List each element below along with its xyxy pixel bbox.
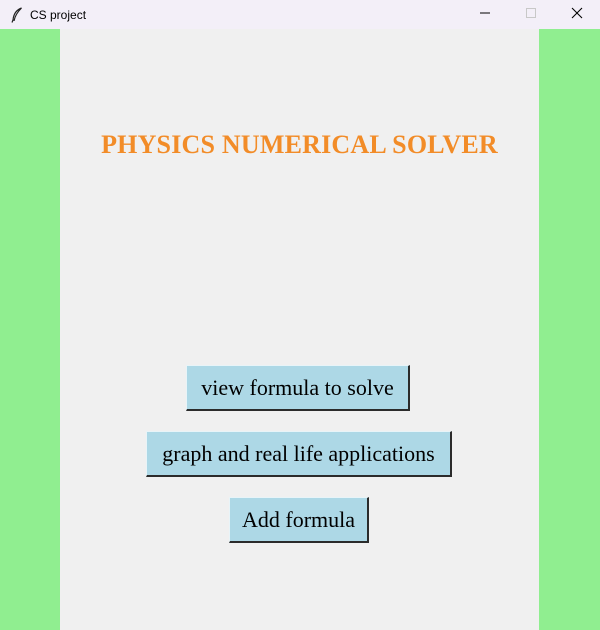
view-formula-button[interactable]: view formula to solve xyxy=(186,365,410,411)
add-formula-button[interactable]: Add formula xyxy=(229,497,369,543)
maximize-button[interactable] xyxy=(508,0,554,29)
window-title: CS project xyxy=(30,7,87,22)
app-window: CS project PHYSICS NUMERICAL SOLVER view… xyxy=(0,0,600,630)
minimize-button[interactable] xyxy=(462,0,508,29)
page-title: PHYSICS NUMERICAL SOLVER xyxy=(101,130,498,159)
maximize-icon xyxy=(525,6,537,24)
window-controls xyxy=(462,0,600,29)
close-icon xyxy=(571,6,583,24)
graph-applications-button[interactable]: graph and real life applications xyxy=(146,431,452,477)
minimize-icon xyxy=(479,6,491,24)
close-button[interactable] xyxy=(554,0,600,29)
title-bar[interactable]: CS project xyxy=(0,0,600,29)
feather-icon xyxy=(8,6,26,24)
main-panel: PHYSICS NUMERICAL SOLVER view formula to… xyxy=(60,29,539,630)
